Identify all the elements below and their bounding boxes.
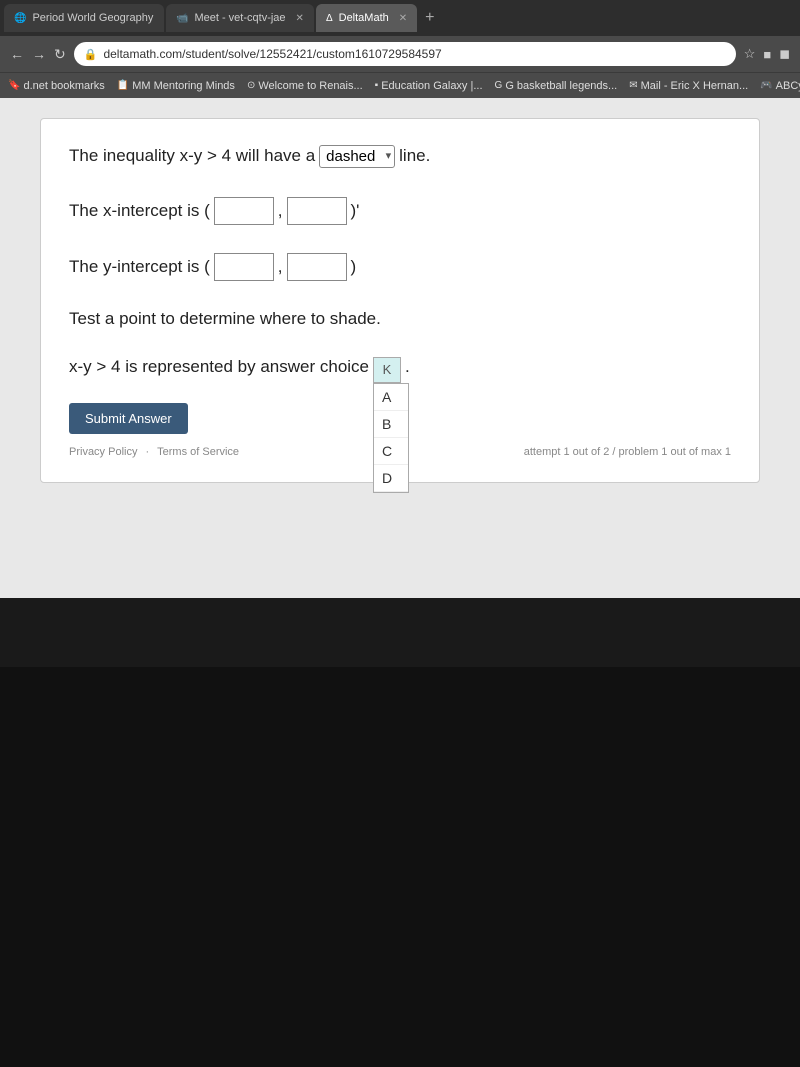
tab-icon-deltamath: Δ (326, 13, 333, 24)
x-intercept-suffix: )' (351, 201, 360, 221)
privacy-policy-link[interactable]: Privacy Policy (69, 446, 137, 458)
answer-option-a[interactable]: A (374, 384, 408, 411)
problem-card: The inequality x-y > 4 will have a dashe… (40, 118, 760, 483)
y-intercept-suffix: ) (351, 257, 357, 277)
answer-period: . (405, 357, 410, 377)
tab-meet[interactable]: 📹 Meet - vet-cqtv-jae ✕ (166, 4, 314, 32)
bookmark-basketball-icon: G (495, 80, 503, 91)
y-intercept-comma: , (278, 257, 283, 277)
bookmark-dnet[interactable]: 🔖 d.net bookmarks (8, 80, 105, 92)
tab-deltamath[interactable]: Δ DeltaMath ✕ (316, 4, 417, 32)
lock-icon: 🔒 (84, 48, 98, 61)
tab-close-deltamath[interactable]: ✕ (399, 13, 407, 24)
y-intercept-field2[interactable] (288, 254, 346, 280)
dashed-dropdown[interactable]: dashed solid (319, 145, 395, 168)
dashed-dropdown-wrapper[interactable]: dashed solid (319, 143, 395, 169)
address-input[interactable]: 🔒 deltamath.com/student/solve/12552421/c… (74, 42, 736, 66)
bookmark-renais[interactable]: ⊙ Welcome to Renais... (247, 80, 363, 92)
bookmark-abcya-icon: 🎮 (760, 80, 772, 91)
bookmarks-bar: 🔖 d.net bookmarks 📋 MM Mentoring Minds ⊙… (0, 72, 800, 98)
bookmark-star-icon[interactable]: ☆ (744, 46, 756, 62)
bookmark-mentoring[interactable]: 📋 MM Mentoring Minds (117, 80, 235, 92)
y-intercept-field1[interactable] (215, 254, 273, 280)
x-intercept-field1[interactable] (215, 198, 273, 224)
bookmark-education-galaxy[interactable]: ▪ Education Galaxy |... (375, 80, 483, 92)
test-point-text: Test a point to determine where to shade… (69, 309, 731, 329)
y-intercept-input1[interactable] (214, 253, 274, 281)
x-intercept-input2[interactable] (287, 197, 347, 225)
address-text: deltamath.com/student/solve/12552421/cus… (103, 47, 441, 61)
answer-choice-line: x-y > 4 is represented by answer choice … (69, 357, 731, 383)
forward-button[interactable]: → (32, 46, 46, 62)
x-intercept-comma: , (278, 201, 283, 221)
answer-choice-prefix: x-y > 4 is represented by answer choice (69, 357, 369, 377)
tab-icon-geography: 🌐 (14, 13, 26, 24)
new-tab-button[interactable]: + (419, 9, 440, 27)
address-bar: ← → ↻ 🔒 deltamath.com/student/solve/1255… (0, 36, 800, 72)
inequality-prefix: The inequality x-y > 4 will have a (69, 143, 315, 169)
answer-dropdown-menu: A B C D (373, 383, 409, 493)
bookmark-renais-icon: ⊙ (247, 80, 255, 91)
y-intercept-line: The y-intercept is ( , ) (69, 253, 731, 281)
tab-bar: 🌐 Period World Geography ✕ 📹 Meet - vet-… (0, 0, 800, 36)
y-intercept-input2[interactable] (287, 253, 347, 281)
bookmark-abcya[interactable]: 🎮 ABCya! | (760, 80, 800, 92)
terms-of-service-link[interactable]: Terms of Service (157, 446, 239, 458)
x-intercept-field2[interactable] (288, 198, 346, 224)
bookmark-galaxy-icon: ▪ (375, 80, 379, 91)
tab-icon-meet: 📹 (176, 13, 188, 24)
answer-option-c[interactable]: C (374, 438, 408, 465)
bookmark-mail[interactable]: ✉ Mail - Eric X Hernan... (629, 80, 748, 92)
inequality-line: The inequality x-y > 4 will have a dashe… (69, 143, 731, 169)
attempt-text: attempt 1 out of 2 / problem 1 out of ma… (524, 446, 731, 458)
refresh-button[interactable]: ↻ (54, 46, 66, 63)
extension-icon-2[interactable]: ◼ (779, 46, 790, 62)
inequality-suffix: line. (399, 143, 430, 169)
tab-close-meet[interactable]: ✕ (296, 13, 304, 24)
bookmark-basketball[interactable]: G G basketball legends... (495, 80, 618, 92)
answer-dropdown-wrapper[interactable]: K A B C D (373, 357, 401, 383)
extension-icon-1[interactable]: ■ (763, 47, 771, 62)
tab-close-geography[interactable]: ✕ (163, 13, 164, 24)
x-intercept-line: The x-intercept is ( , )' (69, 197, 731, 225)
bookmark-mentoring-icon: 📋 (117, 80, 129, 91)
dark-background-area (0, 667, 800, 1067)
tab-world-geography[interactable]: 🌐 Period World Geography ✕ (4, 4, 164, 32)
toolbar-icons: ☆ ■ ◼ (744, 46, 790, 62)
submit-answer-button[interactable]: Submit Answer (69, 403, 188, 434)
answer-current-value: K (383, 362, 392, 377)
page-content: The inequality x-y > 4 will have a dashe… (0, 98, 800, 598)
x-intercept-prefix: The x-intercept is ( (69, 201, 210, 221)
bookmark-dnet-icon: 🔖 (8, 80, 20, 91)
bookmark-mail-icon: ✉ (629, 80, 637, 91)
answer-option-d[interactable]: D (374, 465, 408, 492)
browser-window: 🌐 Period World Geography ✕ 📹 Meet - vet-… (0, 0, 800, 598)
x-intercept-input1[interactable] (214, 197, 274, 225)
answer-option-b[interactable]: B (374, 411, 408, 438)
back-button[interactable]: ← (10, 46, 24, 62)
answer-select-box[interactable]: K (373, 357, 401, 383)
y-intercept-prefix: The y-intercept is ( (69, 257, 210, 277)
